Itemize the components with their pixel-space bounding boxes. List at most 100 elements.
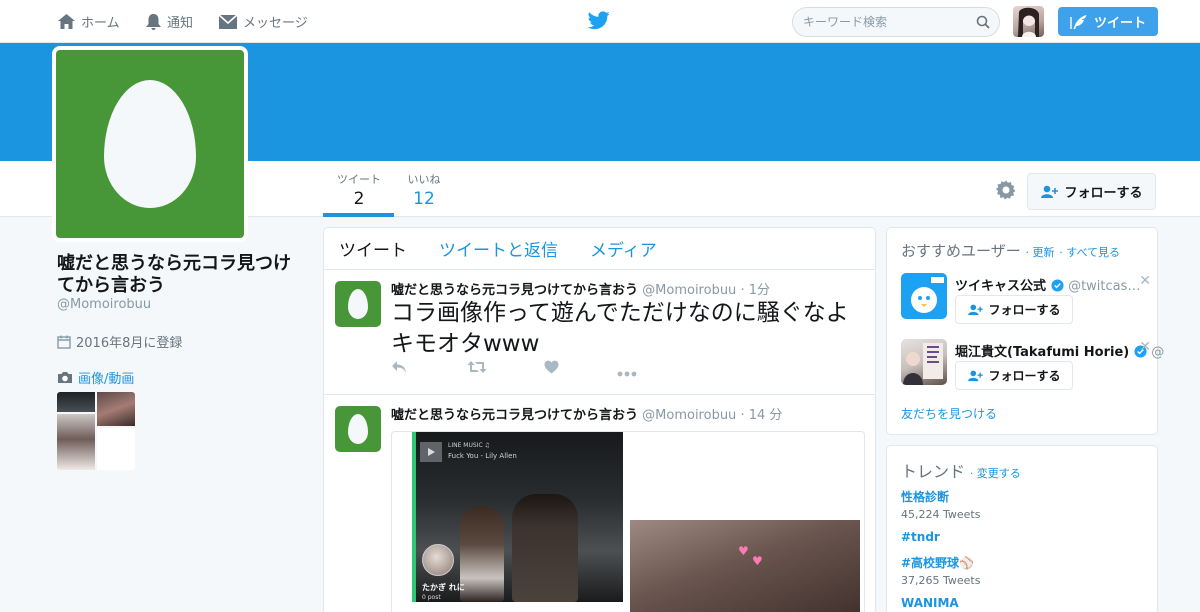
tweet-media-image[interactable]: ♥ ♥: [630, 520, 860, 612]
timeline-tabs: ツイート ツイートと返信 メディア: [324, 228, 875, 270]
tab-tweets-and-replies[interactable]: ツイートと返信: [439, 236, 558, 261]
egg-avatar-icon: [348, 289, 368, 319]
active-stat-indicator: [323, 213, 394, 217]
add-user-icon: [968, 304, 984, 315]
nav-home-label: ホーム: [81, 16, 120, 31]
tweet-media-image[interactable]: LINE MUSIC ♫ Fuck You - Lily Allen たかぎ れ…: [412, 432, 623, 602]
trend-item[interactable]: WANIMA: [901, 596, 959, 610]
trend-item[interactable]: #tndr: [901, 530, 940, 544]
who-to-follow: おすすめユーザー · 更新 · すべて見る ツイキャス公式 @twitcas… …: [886, 227, 1164, 435]
suggested-user-follow-button[interactable]: フォローする: [955, 361, 1073, 390]
trends-header: トレンド · 変更する: [901, 458, 1021, 482]
top-navigation: ホーム 通知 メッセージ ツイート: [0, 0, 1200, 43]
tweet-author-name[interactable]: 嘘だと思うなら元コラ見つけてから言おう: [391, 283, 638, 298]
book-cover-image: [903, 343, 943, 385]
trend-name: #高校野球⚾: [901, 556, 974, 570]
refresh-link[interactable]: · 更新: [1025, 246, 1054, 259]
suggested-user: ツイキャス公式 @twitcas… フォローする ✕: [901, 273, 1151, 325]
tab-tweets[interactable]: ツイート: [339, 236, 407, 261]
reply-button[interactable]: [391, 359, 407, 378]
who-to-follow-header: おすすめユーザー · 更新 · すべて見る: [901, 240, 1120, 261]
profile-handle: @Momoirobuu: [57, 297, 152, 312]
profile-joined: 2016年8月に登録: [57, 332, 182, 351]
profile-name: 嘘だと思うなら元コラ見つけてから言おう: [57, 253, 291, 296]
stat-tweets-value: 2: [353, 189, 365, 209]
user-avatar-menu[interactable]: [1013, 6, 1044, 37]
nav-home[interactable]: ホーム: [57, 0, 120, 43]
twitter-bird-icon: [587, 11, 610, 30]
dismiss-close-icon[interactable]: ✕: [1139, 339, 1151, 355]
stat-tweets[interactable]: ツイート 2: [334, 171, 384, 209]
profile-avatar[interactable]: [52, 46, 248, 242]
tweet-avatar[interactable]: [335, 281, 381, 327]
suggested-user-avatar[interactable]: [901, 273, 947, 319]
music-thumbnail: [420, 442, 442, 462]
media-thumbnail[interactable]: [57, 392, 95, 412]
suggested-user: 堀江貴文(Takafumi Horie) @ フォローする ✕: [901, 339, 1164, 391]
tweet-timestamp[interactable]: · 1分: [740, 283, 770, 298]
add-user-icon: [1041, 185, 1059, 198]
tweet[interactable]: 嘘だと思うなら元コラ見つけてから言おう @Momoirobuu · 14 分 L…: [324, 395, 875, 612]
tweet-author-name[interactable]: 嘘だと思うなら元コラ見つけてから言おう: [391, 408, 638, 423]
search-input[interactable]: [803, 15, 968, 29]
bell-icon: [146, 13, 161, 30]
search-icon[interactable]: [976, 15, 990, 29]
nav-notifications[interactable]: 通知: [145, 0, 193, 43]
find-friends-link[interactable]: 友だちを見つける: [901, 405, 997, 422]
suggested-user-follow-label: フォローする: [988, 303, 1061, 317]
change-trends-link[interactable]: · 変更する: [970, 467, 1021, 480]
tweet-media-card[interactable]: LINE MUSIC ♫ Fuck You - Lily Allen たかぎ れ…: [391, 431, 865, 612]
stat-likes[interactable]: いいね 12: [404, 171, 444, 209]
search-box[interactable]: [792, 7, 1000, 37]
media-thumbnails: [57, 392, 135, 470]
suggested-user-name[interactable]: ツイキャス公式 @twitcas…: [955, 275, 1140, 294]
suggested-user-name[interactable]: 堀江貴文(Takafumi Horie) @: [955, 341, 1164, 360]
settings-menu[interactable]: [996, 180, 1016, 204]
suggested-user-follow-button[interactable]: フォローする: [955, 295, 1073, 324]
tweet-avatar[interactable]: [335, 406, 381, 452]
egg-avatar-icon: [348, 414, 368, 444]
suggested-user-avatar[interactable]: [901, 339, 947, 385]
tweet[interactable]: 嘘だと思うなら元コラ見つけてから言おう @Momoirobuu · 1分 コラ画…: [324, 270, 875, 395]
trend-item[interactable]: 性格診断 45,224 Tweets: [901, 488, 980, 521]
tweet-author-handle[interactable]: @Momoirobuu: [642, 408, 736, 423]
compose-tweet-label: ツイート: [1093, 16, 1146, 31]
media-thumbnail[interactable]: [57, 414, 95, 470]
trend-item[interactable]: #高校野球⚾ 37,265 Tweets: [901, 554, 980, 587]
tweet-header: 嘘だと思うなら元コラ見つけてから言おう @Momoirobuu · 14 分: [391, 404, 782, 423]
profile-joined-text: 2016年8月に登録: [76, 336, 183, 351]
media-caption-name: たかぎ れに: [422, 583, 465, 592]
home-icon: [58, 14, 75, 29]
like-button[interactable]: [544, 359, 559, 378]
dismiss-close-icon[interactable]: ✕: [1139, 273, 1151, 289]
trend-name: #tndr: [901, 530, 940, 544]
more-button[interactable]: [617, 362, 637, 381]
tweet-header: 嘘だと思うなら元コラ見つけてから言おう @Momoirobuu · 1分: [391, 279, 770, 298]
profile-circle: [422, 544, 454, 576]
follow-button[interactable]: フォローする: [1027, 173, 1156, 210]
trend-count: 37,265 Tweets: [901, 574, 981, 587]
media-link[interactable]: 画像/動画: [57, 368, 134, 387]
view-all-link[interactable]: · すべて見る: [1059, 246, 1120, 259]
tab-media[interactable]: メディア: [590, 236, 657, 261]
retweet-icon: [467, 361, 487, 373]
user-photo: [1018, 7, 1039, 37]
suggested-user-display-name: 堀江貴文(Takafumi Horie): [955, 345, 1130, 360]
media-thumbnail[interactable]: [97, 428, 135, 470]
envelope-icon: [218, 13, 238, 29]
nav-messages[interactable]: メッセージ: [218, 0, 308, 43]
timeline: ツイート ツイートと返信 メディア 嘘だと思うなら元コラ見つけてから言おう @M…: [323, 227, 876, 612]
compose-tweet-button[interactable]: ツイート: [1058, 7, 1158, 36]
heart-decoration-icon: ♥: [752, 554, 763, 568]
tweet-timestamp[interactable]: · 14 分: [740, 408, 782, 423]
gear-icon: [996, 180, 1016, 200]
twitcasting-logo-icon: [911, 277, 944, 313]
tweet-author-handle[interactable]: @Momoirobuu: [642, 283, 736, 298]
tweet-actions: [391, 359, 651, 377]
reply-icon: [392, 361, 406, 373]
media-thumbnail[interactable]: [97, 392, 135, 426]
heart-icon: [544, 360, 559, 374]
retweet-button[interactable]: [467, 359, 487, 378]
twitter-logo[interactable]: [587, 11, 610, 34]
photo-person: [512, 494, 578, 602]
